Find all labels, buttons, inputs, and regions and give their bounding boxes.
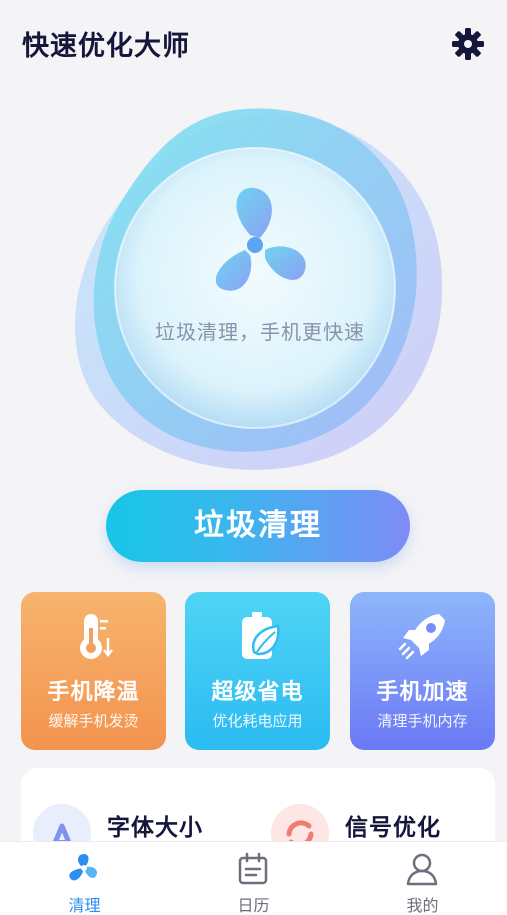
junk-clean-button[interactable]: 垃圾清理 (106, 490, 410, 562)
battery-leaf-icon (242, 612, 280, 659)
hero-tagline: 垃圾清理，手机更快速 (155, 320, 365, 344)
card-subtitle: 缓解手机发烫 (48, 712, 139, 730)
hero-blob (74, 108, 443, 470)
tool-label: 信号优化 (345, 815, 441, 841)
settings-button[interactable] (448, 24, 488, 64)
tab-label: 清理 (68, 896, 101, 915)
power-saving-card[interactable]: 超级省电 优化耗电应用 (185, 592, 330, 750)
gear-icon (452, 28, 484, 60)
tab-clean[interactable]: 清理 (0, 842, 169, 915)
tab-label: 我的 (406, 896, 439, 915)
top-bar: 快速优化大师 (0, 0, 507, 90)
rocket-icon (398, 614, 445, 660)
pinwheel-icon (69, 854, 98, 881)
card-title: 超级省电 (211, 680, 304, 705)
thermometer-icon (80, 614, 113, 659)
card-subtitle: 优化耗电应用 (212, 712, 303, 730)
card-subtitle: 清理手机内存 (377, 712, 468, 730)
tab-mine[interactable]: 我的 (338, 842, 507, 915)
clean-hero[interactable]: 垃圾清理，手机更快速 (60, 100, 460, 480)
app-title: 快速优化大师 (22, 31, 190, 62)
calendar-icon (238, 852, 268, 885)
tab-label: 日历 (237, 896, 270, 915)
card-title: 手机降温 (47, 680, 140, 705)
phone-boost-card[interactable]: 手机加速 清理手机内存 (350, 592, 495, 750)
tool-label: 字体大小 (107, 815, 203, 841)
bottom-tab-bar: 清理 日历 我的 (0, 841, 507, 915)
tab-calendar[interactable]: 日历 (169, 842, 338, 915)
phone-cooling-card[interactable]: 手机降温 缓解手机发烫 (21, 592, 166, 750)
card-title: 手机加速 (376, 680, 469, 705)
person-icon (406, 853, 438, 886)
